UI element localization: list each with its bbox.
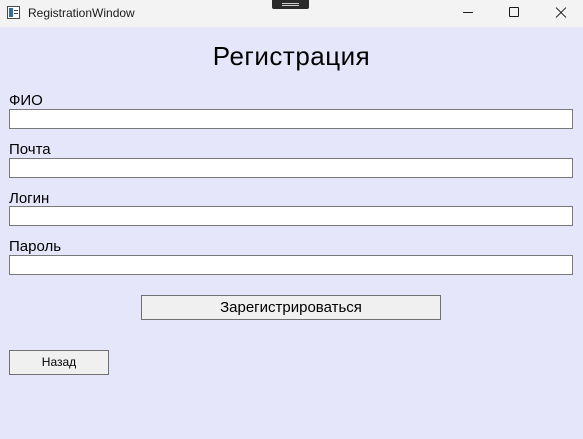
register-button[interactable]: Зарегистрироваться [141, 295, 441, 320]
login-label: Логин [9, 190, 50, 207]
app-window-icon [7, 6, 20, 19]
maximize-button[interactable] [491, 0, 537, 27]
window-title: RegistrationWindow [28, 6, 135, 20]
email-input[interactable] [9, 158, 573, 178]
page-title: Регистрация [212, 41, 371, 71]
fio-input[interactable] [9, 109, 573, 129]
back-button[interactable]: Назад [9, 350, 109, 375]
drag-handle-icon[interactable] [272, 0, 309, 9]
fio-label: ФИО [9, 92, 43, 109]
email-label: Почта [9, 141, 51, 158]
minimize-button[interactable] [445, 0, 491, 27]
close-button[interactable] [537, 0, 583, 27]
login-input[interactable] [9, 206, 573, 226]
password-input[interactable] [9, 255, 573, 275]
password-label: Пароль [9, 238, 62, 255]
title-bar[interactable]: RegistrationWindow [0, 0, 583, 27]
registration-window: RegistrationWindow Регистрация ФИО Почта… [0, 0, 583, 439]
